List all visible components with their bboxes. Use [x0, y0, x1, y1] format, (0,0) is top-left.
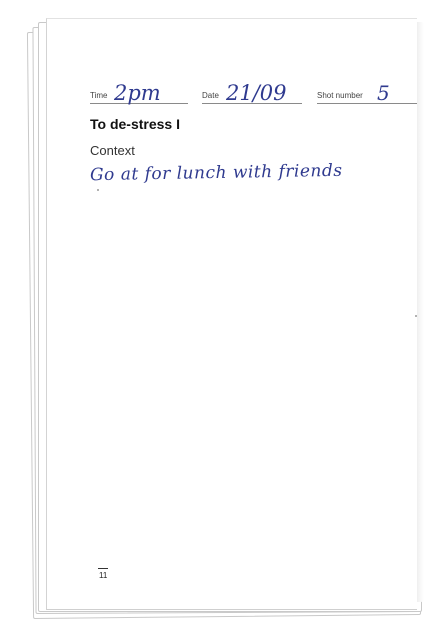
date-label: Date	[202, 91, 219, 100]
shot-number-label: Shot number	[317, 91, 363, 100]
page-number-rule	[98, 568, 108, 569]
shot-number-field: Shot number 5	[317, 79, 417, 105]
time-value: 2pm	[114, 81, 161, 105]
prompt-heading: To de-stress I	[90, 116, 180, 132]
context-handwritten-note: Go at for lunch with friends	[89, 160, 343, 186]
paper-speck	[97, 189, 99, 191]
paper-speck	[415, 315, 417, 317]
time-field: Time 2pm	[90, 79, 188, 105]
page-number: 11	[99, 571, 108, 580]
time-label: Time	[90, 91, 108, 100]
date-value: 21/09	[226, 81, 287, 105]
date-field: Date 21/09	[202, 79, 302, 105]
notebook-page: Time 2pm Date 21/09 Shot number 5 To de-…	[46, 18, 417, 610]
shot-number-value: 5	[377, 81, 390, 105]
context-label: Context	[90, 143, 135, 158]
